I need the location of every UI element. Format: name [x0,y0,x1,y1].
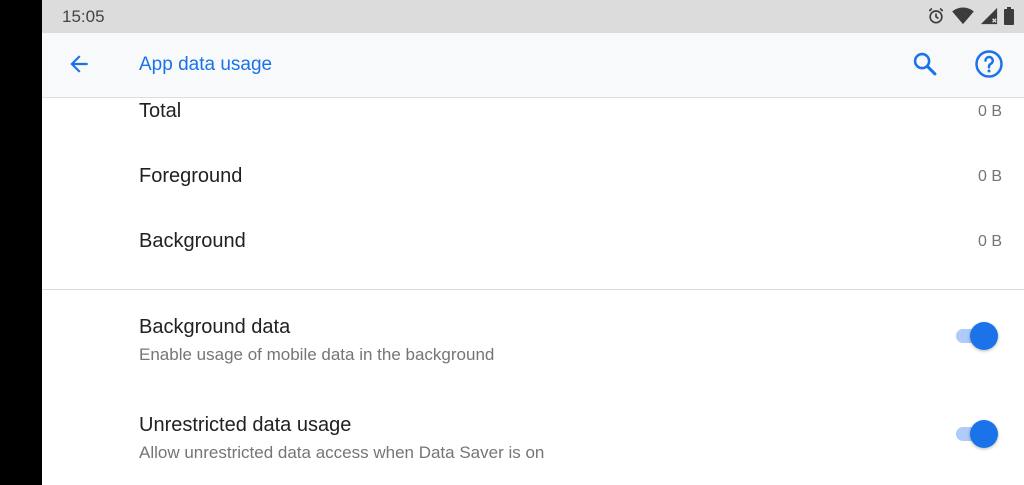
unrestricted-data-row[interactable]: Unrestricted data usage Allow unrestrict… [42,414,1024,484]
switch-summary: Allow unrestricted data access when Data… [139,443,545,462]
usage-value: 0 B [977,168,1002,185]
back-button[interactable] [62,49,96,83]
background-data-row[interactable]: Background data Enable usage of mobile d… [42,316,1024,386]
toggle-thumb [970,420,998,448]
switch-title: Background data [139,316,291,338]
help-icon[interactable] [974,49,1004,84]
page-title: App data usage [139,54,273,75]
usage-label: Foreground [139,165,243,187]
unrestricted-data-toggle[interactable] [954,420,998,448]
usage-row-foreground: Foreground 0 B [42,165,1024,205]
help-button[interactable] [972,49,1006,83]
status-time: 15:05 [62,7,105,26]
toggle-thumb [970,322,998,350]
left-black-bar [0,0,42,485]
app-bar: App data usage [42,33,1024,98]
battery-icon [1004,7,1014,25]
section-divider [42,289,1024,290]
cell-signal-icon [980,7,998,25]
background-data-toggle[interactable] [954,322,998,350]
settings-content: Total 0 B Foreground 0 B Background 0 B … [42,98,1024,485]
arrow-back-icon[interactable] [66,51,92,82]
usage-row-total: Total 0 B [42,100,1024,140]
usage-value: 0 B [977,233,1002,250]
usage-value: 0 B [977,103,1002,120]
status-bar: 15:05 [42,0,1024,33]
alarm-icon [926,6,946,26]
usage-row-background: Background 0 B [42,230,1024,270]
switch-title: Unrestricted data usage [139,414,352,436]
wifi-icon [952,7,974,25]
search-icon[interactable] [911,50,939,83]
usage-label: Background [139,230,246,252]
usage-label: Total [139,100,182,122]
search-button[interactable] [908,49,942,83]
switch-summary: Enable usage of mobile data in the backg… [139,345,495,364]
status-icons [926,6,1014,26]
